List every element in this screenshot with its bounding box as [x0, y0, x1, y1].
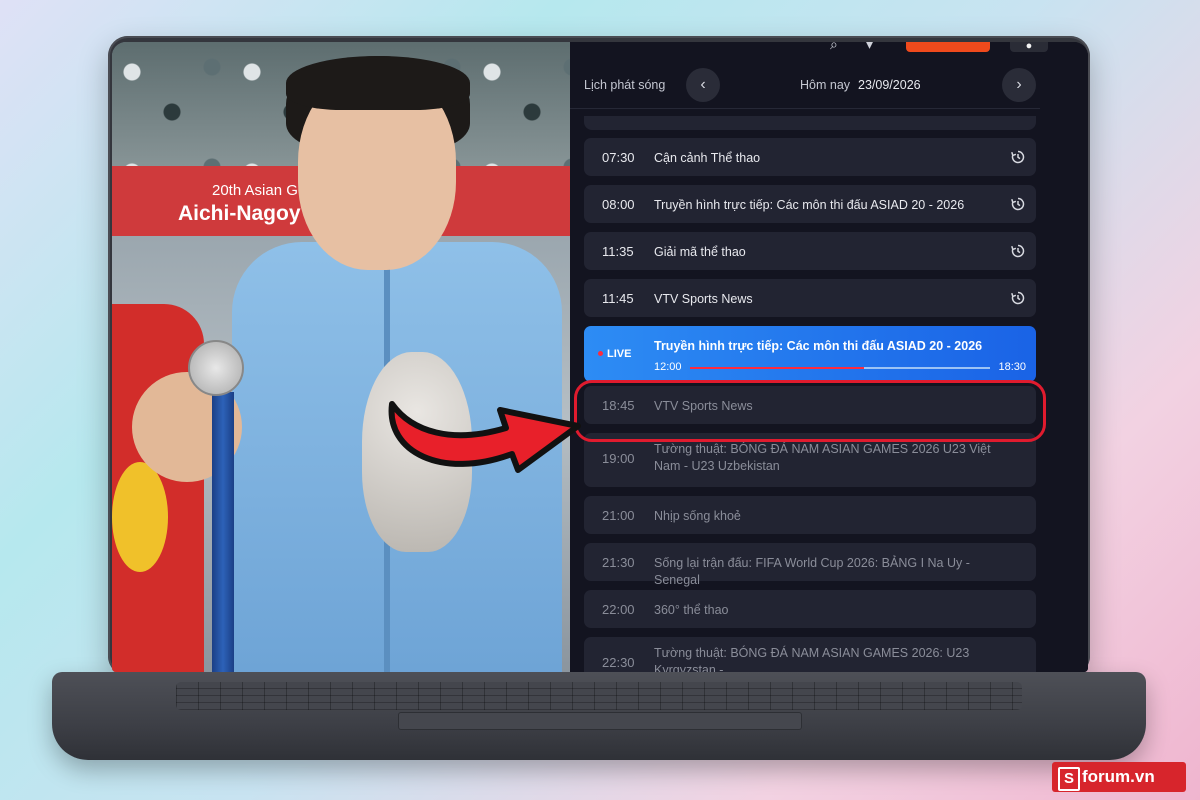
program-title: Tường thuật: BÓNG ĐÁ NAM ASIAN GAMES 202…: [654, 646, 970, 672]
laptop-screen: 20th Asian G Aichi-Nagoy ⌕ ▾ ● Lịch phát…: [112, 42, 1088, 672]
live-badge-label: LIVE: [607, 348, 632, 360]
live-end-time: 18:30: [998, 361, 1026, 373]
program-item-upcoming[interactable]: 18:45 VTV Sports News: [584, 386, 1036, 424]
replay-icon[interactable]: [1010, 290, 1026, 306]
video-athlete-fringe: [286, 56, 470, 110]
program-item-upcoming[interactable]: 22:30 Tường thuật: BÓNG ĐÁ NAM ASIAN GAM…: [584, 637, 1036, 672]
sforum-watermark: S forum.vn: [1052, 762, 1186, 792]
live-program-title: Truyền hình trực tiếp: Các môn thi đấu A…: [654, 339, 983, 353]
next-day-button[interactable]: ›: [1002, 68, 1036, 102]
account-avatar[interactable]: ●: [1010, 42, 1048, 52]
video-medal: [188, 340, 244, 396]
video-yellow-mascot: [112, 462, 168, 572]
program-item-upcoming[interactable]: 21:30 Sống lại trận đấu: FIFA World Cup …: [584, 543, 1036, 587]
red-arrow-icon: [388, 401, 581, 473]
current-date: 23/09/2026: [858, 78, 921, 92]
program-time: 22:30: [602, 655, 635, 670]
notification-icon[interactable]: ▾: [866, 42, 882, 52]
program-time: 22:00: [602, 602, 635, 617]
schedule-panel: ⌕ ▾ ● Lịch phát sóng ‹ Hôm nay 23/09/2026…: [570, 42, 1088, 672]
program-item[interactable]: 11:45 VTV Sports News: [584, 279, 1036, 317]
program-title: Giải mã thể thao: [654, 245, 746, 259]
program-item[interactable]: 11:35 Giải mã thể thao: [584, 232, 1036, 270]
laptop-trackpad: [398, 712, 802, 730]
program-title: Cận cảnh Thể thao: [654, 151, 761, 165]
live-progress-bar: [690, 367, 990, 369]
program-item-upcoming[interactable]: 21:00 Nhịp sống khoẻ: [584, 496, 1036, 534]
live-badge: LIVE: [598, 348, 631, 360]
schedule-header: Lịch phát sóng ‹ Hôm nay 23/09/2026 ›: [570, 64, 1040, 109]
date-display: Hôm nay 23/09/2026: [800, 78, 921, 92]
program-item-upcoming[interactable]: 19:00 Tường thuật: BÓNG ĐÁ NAM ASIAN GAM…: [584, 433, 1036, 487]
program-title: VTV Sports News: [654, 399, 753, 413]
chevron-right-icon: ›: [1016, 76, 1022, 93]
replay-icon[interactable]: [1010, 243, 1026, 259]
replay-icon[interactable]: [1010, 149, 1026, 165]
chevron-left-icon: ‹: [700, 76, 706, 93]
program-title: Nhịp sống khoẻ: [654, 509, 741, 523]
program-time: 11:35: [602, 244, 634, 259]
watermark-text: forum.vn: [1082, 767, 1155, 786]
program-time: 11:45: [602, 291, 634, 306]
today-label: Hôm nay: [800, 78, 851, 92]
program-time: 21:30: [602, 555, 635, 570]
program-time: 18:45: [602, 398, 635, 413]
live-dot-icon: [598, 351, 603, 356]
search-icon[interactable]: ⌕: [830, 42, 846, 52]
live-program-item[interactable]: LIVE Truyền hình trực tiếp: Các môn thi …: [584, 326, 1036, 382]
video-player[interactable]: 20th Asian G Aichi-Nagoy: [112, 42, 570, 672]
program-title: 360° thể thao: [654, 603, 729, 617]
program-title: VTV Sports News: [654, 292, 753, 306]
program-time: 19:00: [602, 451, 635, 466]
program-time: 21:00: [602, 508, 635, 523]
video-banner-text-line1: 20th Asian G: [212, 182, 298, 199]
schedule-label: Lịch phát sóng: [584, 78, 666, 92]
video-banner-text-line2: Aichi-Nagoy: [178, 202, 301, 225]
live-start-time: 12:00: [654, 361, 682, 373]
live-progress-fill: [690, 367, 864, 369]
video-medal-ribbon: [212, 392, 234, 672]
prev-day-button[interactable]: ‹: [686, 68, 720, 102]
program-time: 08:00: [602, 197, 635, 212]
program-item-partial[interactable]: [584, 116, 1036, 130]
program-item[interactable]: 07:30 Cận cảnh Thể thao: [584, 138, 1036, 176]
google-icon: ●: [1025, 42, 1033, 52]
program-title: Tường thuật: BÓNG ĐÁ NAM ASIAN GAMES 202…: [654, 442, 991, 473]
replay-icon[interactable]: [1010, 196, 1026, 212]
program-title: Sống lại trận đấu: FIFA World Cup 2026: …: [654, 556, 970, 587]
sforum-logo-icon: S: [1058, 767, 1080, 791]
program-title: Truyền hình trực tiếp: Các môn thi đấu A…: [654, 198, 965, 212]
program-item-upcoming[interactable]: 22:00 360° thể thao: [584, 590, 1036, 628]
top-action-button[interactable]: [906, 42, 990, 52]
program-item[interactable]: 08:00 Truyền hình trực tiếp: Các môn thi…: [584, 185, 1036, 223]
program-time: 07:30: [602, 150, 635, 165]
laptop-keyboard: [176, 682, 1022, 710]
